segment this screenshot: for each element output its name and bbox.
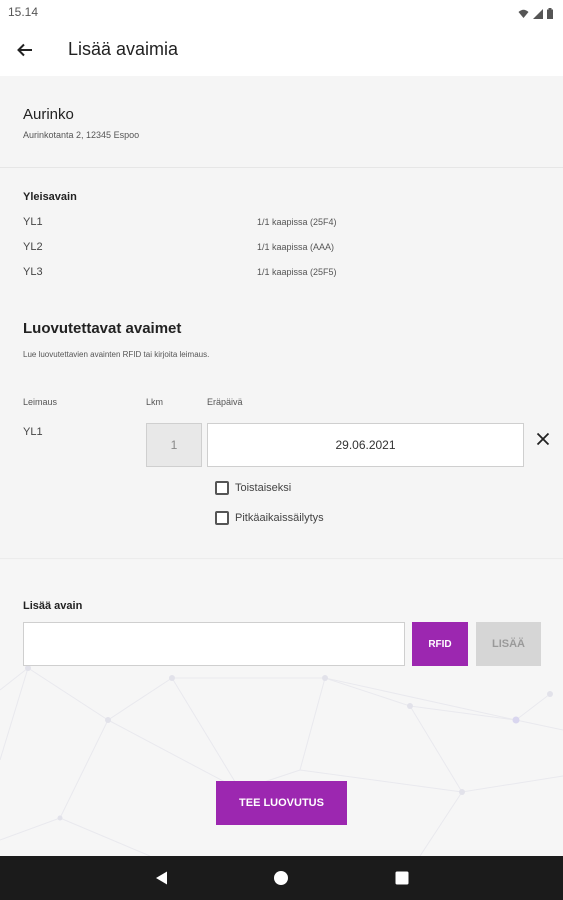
- quantity-field: 1: [146, 423, 202, 467]
- checkbox-box[interactable]: [215, 481, 229, 495]
- checkbox-box[interactable]: [215, 511, 229, 525]
- add-key-input[interactable]: [23, 622, 405, 666]
- checkbox-long-term-storage[interactable]: Pitkäaikaissäilytys: [215, 511, 324, 525]
- site-section: Aurinko Aurinkotanta 2, 12345 Espoo: [0, 76, 563, 168]
- submit-handover-button[interactable]: TEE LUOVUTUS: [216, 781, 347, 825]
- keys-section: Yleisavain YL1 1/1 kaapissa (25F4) YL2 1…: [0, 169, 563, 559]
- master-key-name: YL1: [23, 216, 43, 228]
- system-navigation-bar: [0, 856, 563, 900]
- add-key-section: Lisää avain RFID LISÄÄ TEE LUOVUTUS: [0, 560, 563, 856]
- master-key-status: 1/1 kaapissa (25F5): [257, 267, 337, 277]
- back-button[interactable]: [12, 37, 38, 63]
- handover-description: Lue luovutettavien avainten RFID tai kir…: [23, 350, 210, 359]
- square-recents-icon: [395, 871, 409, 885]
- checkbox-label: Toistaiseksi: [235, 482, 292, 494]
- add-key-title: Lisää avain: [23, 600, 83, 612]
- status-bar: 15.14: [0, 0, 563, 24]
- status-icons: [518, 6, 553, 24]
- add-key-button[interactable]: LISÄÄ: [476, 622, 541, 666]
- master-keys-title: Yleisavain: [23, 191, 77, 203]
- nav-home-button[interactable]: [272, 869, 290, 887]
- master-key-name: YL2: [23, 241, 43, 253]
- page-title: Lisää avaimia: [68, 39, 179, 59]
- column-header-stamp: Leimaus: [23, 397, 58, 407]
- nav-recents-button[interactable]: [393, 869, 411, 887]
- circle-home-icon: [274, 871, 288, 885]
- column-header-qty: Lkm: [146, 397, 164, 407]
- triangle-back-icon: [155, 871, 167, 885]
- checkbox-indefinitely[interactable]: Toistaiseksi: [215, 481, 291, 495]
- battery-icon: [547, 6, 553, 24]
- status-time: 15.14: [8, 5, 39, 19]
- master-key-status: 1/1 kaapissa (25F4): [257, 217, 337, 227]
- checkbox-label: Pitkäaikaissäilytys: [235, 512, 324, 524]
- arrow-left-icon: [17, 43, 32, 57]
- handover-key-stamp: YL1: [23, 426, 43, 438]
- site-name: Aurinko: [23, 106, 74, 123]
- master-key-row: YL1 1/1 kaapissa (25F4): [23, 216, 543, 234]
- handover-title: Luovutettavat avaimet: [23, 320, 182, 337]
- signal-icon: [533, 6, 543, 24]
- master-key-row: YL3 1/1 kaapissa (25F5): [23, 266, 543, 284]
- remove-key-button[interactable]: [532, 428, 554, 450]
- due-date-field[interactable]: 29.06.2021: [207, 423, 524, 467]
- master-key-name: YL3: [23, 266, 43, 278]
- rfid-button[interactable]: RFID: [412, 622, 468, 666]
- close-icon: [536, 432, 550, 446]
- site-address: Aurinkotanta 2, 12345 Espoo: [23, 130, 140, 140]
- wifi-icon: [518, 6, 529, 24]
- column-header-due: Eräpäivä: [207, 397, 243, 407]
- master-key-row: YL2 1/1 kaapissa (AAA): [23, 241, 543, 259]
- app-bar: Lisää avaimia: [0, 24, 563, 76]
- nav-back-button[interactable]: [152, 869, 170, 887]
- master-key-status: 1/1 kaapissa (AAA): [257, 242, 335, 252]
